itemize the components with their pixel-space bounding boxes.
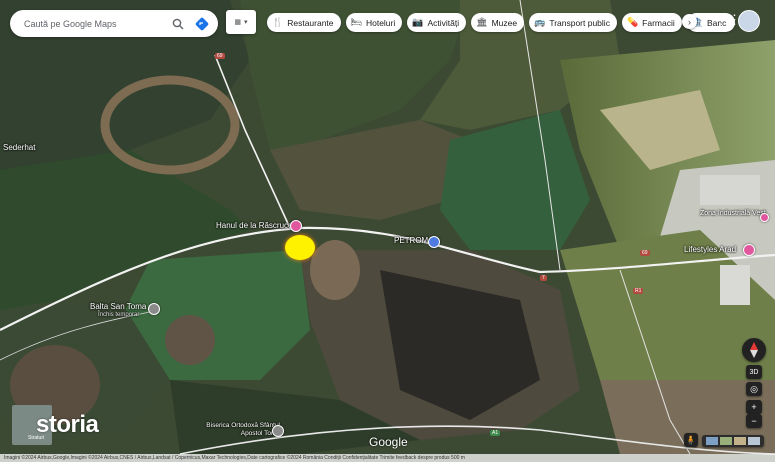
compass-icon[interactable] <box>742 338 766 362</box>
fork-knife-icon: 🍴 <box>272 17 284 27</box>
poi-pin-lifestyles[interactable] <box>743 244 755 256</box>
search-input[interactable] <box>22 17 166 30</box>
poi-pin-zona[interactable] <box>760 213 769 222</box>
road-shield-69-right: 69 <box>640 250 650 256</box>
storia-layer-toggle[interactable]: storia Straturi <box>12 405 104 445</box>
place-status-temp-closed: Închis temporar <box>98 312 140 318</box>
poi-pin-hanul[interactable] <box>290 220 302 232</box>
poi-pin-biserica[interactable] <box>272 425 284 437</box>
view-3d-button[interactable]: 3D <box>746 365 762 379</box>
chip-hoteluri[interactable]: 🛏 Hoteluri <box>345 13 403 32</box>
attribution-text: Imagini ©2024 Airbus,Google,Imagini ©202… <box>4 455 465 461</box>
thumbnail-icon <box>706 437 718 445</box>
storia-logo: storia <box>36 411 99 438</box>
layers-icon: ▦ <box>234 19 242 26</box>
zoom-out-button[interactable]: − <box>746 414 762 428</box>
chip-transport-public[interactable]: 🚌 Transport public <box>529 13 617 32</box>
apps-grid-icon[interactable]: ⋮⋮ <box>715 12 741 28</box>
place-label-balta: Balta San Toma <box>90 302 147 311</box>
chip-muzee[interactable]: 🏛 Muzee <box>471 13 525 32</box>
map-canvas[interactable]: Sederhat Hanul de la Răscruce PETROM Zon… <box>0 0 775 462</box>
chip-activitati[interactable]: 📷 Activități <box>407 13 467 32</box>
attribution-bar: Imagini ©2024 Airbus,Google,Imagini ©202… <box>0 454 775 462</box>
pegman-icon[interactable]: 🧍 <box>684 433 698 447</box>
transit-icon: 🚌 <box>534 17 546 27</box>
poi-pin-balta[interactable] <box>148 303 160 315</box>
imagery-thumbnails[interactable] <box>702 435 764 447</box>
pharmacy-icon: 💊 <box>626 17 639 27</box>
chip-farmacii[interactable]: 💊 Farmacii <box>621 13 682 32</box>
search-icon[interactable] <box>170 16 186 32</box>
satellite-imagery <box>0 0 775 462</box>
thumbnail-icon <box>720 437 732 445</box>
chip-label: Muzee <box>491 17 518 28</box>
bed-icon: 🛏 <box>350 17 362 27</box>
zoom-in-button[interactable]: + <box>746 400 762 414</box>
place-label-lifestyles: Lifestyles Arad <box>684 245 737 254</box>
road-shield-7: 7 <box>540 275 547 281</box>
place-label-hanul: Hanul de la Răscruce <box>216 221 293 230</box>
place-label-sederhat: Sederhat <box>3 143 36 152</box>
museum-icon: 🏛 <box>476 17 488 27</box>
road-shield-r1: R1 <box>633 288 644 294</box>
category-chips: 🍴 Restaurante 🛏 Hoteluri 📷 Activități 🏛 Muze… <box>267 13 735 32</box>
chip-restaurante[interactable]: 🍴 Restaurante <box>267 13 341 32</box>
chip-label: Hoteluri <box>365 17 396 28</box>
my-location-icon[interactable]: ◎ <box>746 382 762 396</box>
layers-label: Straturi <box>28 435 45 441</box>
directions-icon[interactable] <box>194 16 210 32</box>
camera-icon: 📷 <box>412 17 424 27</box>
chip-label: Restaurante <box>287 17 334 28</box>
location-marker[interactable] <box>285 235 315 260</box>
road-shield-69-top: 69 <box>215 53 225 59</box>
layers-button[interactable]: ▦ ▾ <box>226 10 256 34</box>
avatar[interactable] <box>738 10 760 32</box>
chevron-down-icon: ▾ <box>244 19 248 26</box>
place-label-biserica: Biserica Ortodoxă Sfântul Apostol Toma <box>206 422 280 437</box>
google-logo: Google <box>369 435 408 449</box>
thumbnail-icon <box>734 437 746 445</box>
search-bar <box>10 10 218 37</box>
thumbnail-icon <box>748 437 760 445</box>
place-label-petrom: PETROM <box>394 236 429 245</box>
poi-pin-petrom[interactable] <box>428 236 440 248</box>
chip-label: Farmacii <box>642 17 675 28</box>
chip-label: Transport public <box>549 17 610 28</box>
chevron-right-icon[interactable]: › <box>682 14 697 29</box>
place-label-zona-industriala: Zona Industrială Vest <box>700 210 766 217</box>
road-shield-a1: A1 <box>490 430 501 436</box>
chip-label: Activități <box>427 17 460 28</box>
